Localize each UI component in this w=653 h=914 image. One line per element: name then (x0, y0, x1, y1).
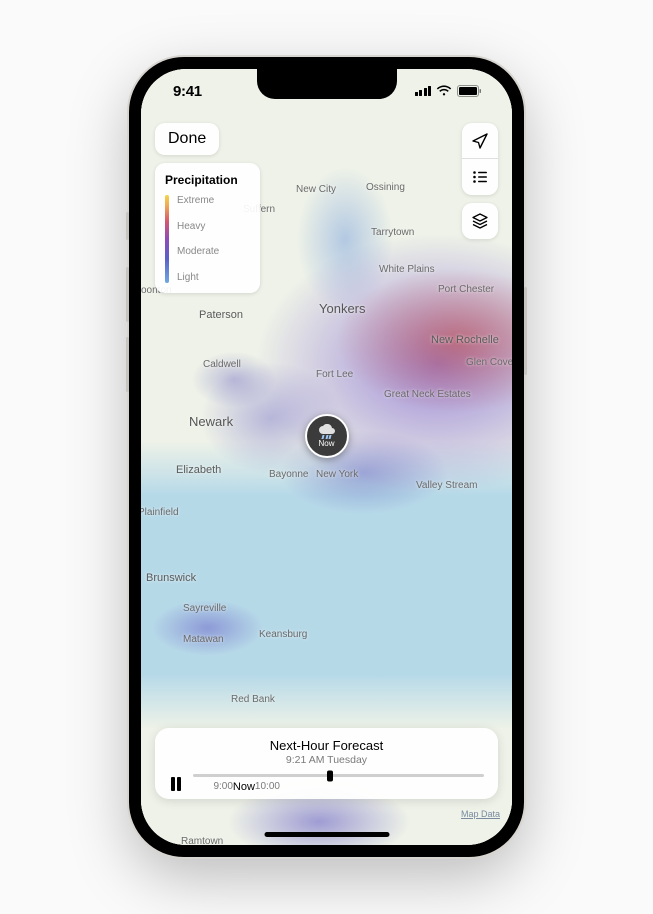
city-label: Glen Cove (466, 357, 512, 368)
timeline-end: 10:00 (255, 781, 280, 793)
city-label: Elizabeth (176, 464, 221, 476)
city-label: Sayreville (183, 603, 226, 614)
city-label: Red Bank (231, 694, 275, 705)
silence-switch (126, 212, 129, 240)
power-button (524, 287, 527, 375)
screen: 9:41 New City Ossining Suffern Tarrytown (141, 69, 512, 845)
cellular-icon (415, 86, 432, 96)
city-label: Bayonne (269, 469, 308, 480)
done-button[interactable]: Done (155, 123, 219, 155)
timeline-labels: 9:00 Now 10:00 (193, 781, 485, 793)
battery-icon (457, 85, 482, 97)
list-button[interactable] (462, 159, 498, 195)
status-time: 9:41 (173, 83, 202, 100)
legend-gradient (165, 195, 169, 283)
current-location-marker[interactable]: Now (305, 414, 349, 458)
marker-label: Now (318, 439, 334, 448)
pause-icon (171, 777, 175, 791)
pause-icon (177, 777, 181, 791)
wifi-icon (436, 85, 452, 97)
legend-title: Precipitation (165, 173, 250, 187)
city-label: Ossining (366, 182, 405, 193)
city-label: Port Chester (438, 284, 494, 295)
legend-level: Heavy (177, 221, 219, 232)
legend-labels: Extreme Heavy Moderate Light (177, 195, 219, 283)
city-label: Matawan (183, 634, 224, 645)
city-label: Plainfield (141, 507, 179, 518)
timeline-subtitle: 9:21 AM Tuesday (169, 754, 484, 766)
layers-icon (471, 212, 489, 230)
timeline-start: 9:00 (213, 781, 232, 793)
volume-down-button (126, 337, 129, 392)
city-label: New York (316, 469, 358, 480)
city-label: Great Neck Estates (384, 389, 471, 400)
timeline-slider[interactable] (193, 774, 485, 777)
layers-button[interactable] (462, 203, 498, 239)
map-controls (462, 123, 498, 239)
legend-level: Moderate (177, 246, 219, 257)
legend-level: Extreme (177, 195, 219, 206)
city-label: Fort Lee (316, 369, 353, 380)
cloud-icon (318, 424, 336, 435)
legend-level: Light (177, 272, 219, 283)
phone-frame: 9:41 New City Ossining Suffern Tarrytown (129, 57, 524, 857)
status-indicators (415, 85, 483, 97)
slider-thumb[interactable] (327, 770, 333, 781)
city-label: Newark (189, 414, 233, 429)
locate-button[interactable] (462, 123, 498, 159)
city-label: White Plains (379, 264, 435, 275)
city-label: Caldwell (203, 359, 241, 370)
home-indicator[interactable] (264, 832, 389, 837)
precipitation-legend: Precipitation Extreme Heavy Moderate Lig… (155, 163, 260, 293)
timeline-title: Next-Hour Forecast (169, 738, 484, 753)
timeline-card: Next-Hour Forecast 9:21 AM Tuesday 9:00 … (155, 728, 498, 799)
city-label: Valley Stream (416, 480, 478, 491)
timeline-now: Now (233, 781, 255, 793)
map-control-group (462, 123, 498, 195)
pause-button[interactable] (169, 777, 181, 791)
city-label: Paterson (199, 309, 243, 321)
city-label: Tarrytown (371, 227, 414, 238)
notch (257, 69, 397, 99)
map-data-link[interactable]: Map Data (461, 809, 500, 819)
city-label: New City (296, 184, 336, 195)
city-label: New Rochelle (431, 334, 499, 346)
city-label: Ramtown (181, 836, 223, 845)
list-icon (471, 168, 489, 186)
location-arrow-icon (471, 132, 489, 150)
city-label: Brunswick (146, 572, 196, 584)
city-label: Keansburg (259, 629, 307, 640)
city-label: Yonkers (319, 301, 366, 316)
volume-up-button (126, 267, 129, 322)
